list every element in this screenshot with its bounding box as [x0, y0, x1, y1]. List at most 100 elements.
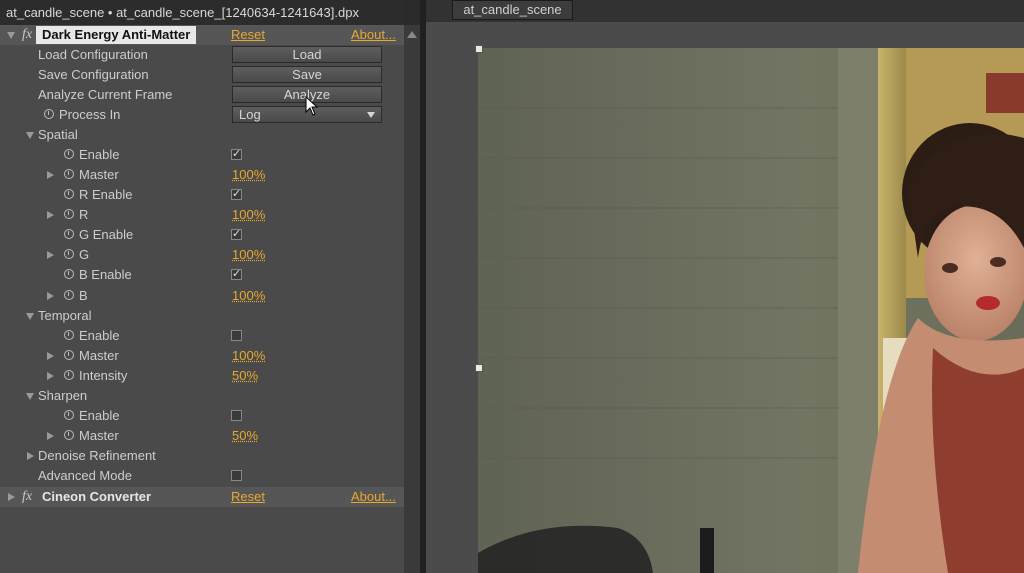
- stopwatch-icon[interactable]: [64, 149, 74, 159]
- save-config-row: Save Configuration Save: [0, 65, 404, 85]
- stopwatch-icon[interactable]: [44, 109, 54, 119]
- expand-triangle-icon[interactable]: [47, 352, 54, 360]
- expand-triangle-icon[interactable]: [27, 452, 34, 460]
- frame-handle-top-left[interactable]: [475, 45, 483, 53]
- reset-link[interactable]: Reset: [231, 487, 265, 507]
- r-value[interactable]: 100%: [232, 205, 265, 225]
- expand-triangle-icon[interactable]: [47, 171, 54, 179]
- temporal-group[interactable]: Temporal: [0, 306, 404, 326]
- effect-row-dark-energy[interactable]: fx Dark Energy Anti-Matter Reset About..…: [0, 25, 404, 45]
- scroll-up-icon[interactable]: [407, 31, 417, 38]
- intensity-value[interactable]: 50%: [232, 366, 258, 386]
- b-row: B 100%: [0, 286, 404, 306]
- video-frame[interactable]: [478, 48, 1024, 573]
- analyze-row: Analyze Current Frame Analyze: [0, 85, 404, 105]
- fx-icon[interactable]: fx: [22, 25, 32, 45]
- effect-controls-panel: at_candle_scene • at_candle_scene_[12406…: [0, 0, 404, 573]
- expand-triangle-icon[interactable]: [47, 251, 54, 259]
- spatial-master-value[interactable]: 100%: [232, 165, 265, 185]
- stopwatch-icon[interactable]: [64, 290, 74, 300]
- spatial-enable-checkbox[interactable]: ✓: [231, 149, 242, 160]
- stopwatch-icon[interactable]: [64, 249, 74, 259]
- temporal-master-value[interactable]: 100%: [232, 346, 265, 366]
- load-config-row: Load Configuration Load: [0, 45, 404, 65]
- stopwatch-icon[interactable]: [64, 209, 74, 219]
- video-frame-image: [478, 48, 1024, 573]
- temporal-enable-checkbox[interactable]: [231, 330, 242, 341]
- sharpen-label: Sharpen: [38, 388, 88, 403]
- process-in-value: Log: [239, 107, 261, 122]
- collapse-triangle-icon[interactable]: [26, 132, 34, 139]
- sharpen-master-value[interactable]: 50%: [232, 426, 258, 446]
- stopwatch-icon[interactable]: [64, 410, 74, 420]
- mouse-cursor-icon: [305, 96, 319, 116]
- temporal-label: Temporal: [38, 308, 92, 323]
- stopwatch-icon[interactable]: [64, 189, 74, 199]
- sharpen-enable-checkbox[interactable]: [231, 410, 242, 421]
- b-label: B: [79, 288, 88, 303]
- expand-triangle-icon[interactable]: [47, 432, 54, 440]
- stopwatch-icon[interactable]: [64, 370, 74, 380]
- panel-title: at_candle_scene • at_candle_scene_[12406…: [0, 0, 404, 25]
- expand-triangle-icon[interactable]: [47, 211, 54, 219]
- temporal-enable-row: Enable: [0, 326, 404, 346]
- intensity-label: Intensity: [79, 368, 128, 383]
- expand-triangle-icon[interactable]: [47, 372, 54, 380]
- load-config-label: Load Configuration: [38, 47, 148, 62]
- g-enable-label: G Enable: [79, 227, 134, 242]
- tab-at-candle-scene[interactable]: at_candle_scene: [452, 0, 573, 20]
- fx-icon[interactable]: fx: [22, 487, 32, 507]
- load-button[interactable]: Load: [232, 46, 382, 63]
- advanced-mode-checkbox[interactable]: [231, 470, 242, 481]
- g-value[interactable]: 100%: [232, 245, 265, 265]
- process-in-label: Process In: [59, 107, 121, 122]
- sharpen-master-label: Master: [79, 428, 119, 443]
- frame-handle-mid-left[interactable]: [475, 364, 483, 372]
- spatial-enable-row: Enable ✓: [0, 145, 404, 165]
- expand-triangle-icon[interactable]: [8, 493, 15, 501]
- denoise-group[interactable]: Denoise Refinement: [0, 446, 404, 466]
- analyze-label: Analyze Current Frame: [38, 87, 173, 102]
- r-enable-row: R Enable ✓: [0, 185, 404, 205]
- advanced-mode-row: Advanced Mode: [0, 466, 404, 486]
- collapse-triangle-icon[interactable]: [26, 393, 34, 400]
- temporal-enable-label: Enable: [79, 328, 120, 343]
- collapse-triangle-icon[interactable]: [26, 313, 34, 320]
- stopwatch-icon[interactable]: [64, 330, 74, 340]
- b-enable-checkbox[interactable]: ✓: [231, 269, 242, 280]
- advanced-mode-label: Advanced Mode: [38, 468, 132, 483]
- r-enable-checkbox[interactable]: ✓: [231, 189, 242, 200]
- sharpen-group[interactable]: Sharpen: [0, 386, 404, 406]
- effect-name: Cineon Converter: [42, 489, 152, 504]
- g-enable-checkbox[interactable]: ✓: [231, 229, 242, 240]
- r-row: R 100%: [0, 205, 404, 225]
- g-row: G 100%: [0, 245, 404, 265]
- b-enable-label: B Enable: [79, 267, 132, 282]
- effect-name: Dark Energy Anti-Matter: [36, 26, 197, 44]
- sharpen-enable-row: Enable: [0, 406, 404, 426]
- effect-row-cineon[interactable]: fx Cineon Converter Reset About...: [0, 487, 404, 507]
- intensity-row: Intensity 50%: [0, 366, 404, 386]
- spatial-group[interactable]: Spatial: [0, 125, 404, 145]
- about-link[interactable]: About...: [351, 487, 396, 507]
- save-button[interactable]: Save: [232, 66, 382, 83]
- b-value[interactable]: 100%: [232, 286, 265, 306]
- b-enable-row: B Enable ✓: [0, 265, 404, 285]
- about-link[interactable]: About...: [351, 25, 396, 45]
- r-label: R: [79, 207, 89, 222]
- stopwatch-icon[interactable]: [64, 269, 74, 279]
- temporal-master-label: Master: [79, 348, 119, 363]
- process-in-row: Process In Log: [0, 105, 404, 125]
- g-label: G: [79, 247, 90, 262]
- collapse-triangle-icon[interactable]: [7, 32, 15, 39]
- spatial-label: Spatial: [38, 127, 78, 142]
- stopwatch-icon[interactable]: [64, 229, 74, 239]
- panel-scrollbar[interactable]: [404, 25, 420, 573]
- stopwatch-icon[interactable]: [64, 169, 74, 179]
- expand-triangle-icon[interactable]: [47, 292, 54, 300]
- stopwatch-icon[interactable]: [64, 430, 74, 440]
- stopwatch-icon[interactable]: [64, 350, 74, 360]
- save-config-label: Save Configuration: [38, 67, 149, 82]
- chevron-down-icon: [367, 112, 375, 118]
- reset-link[interactable]: Reset: [231, 25, 265, 45]
